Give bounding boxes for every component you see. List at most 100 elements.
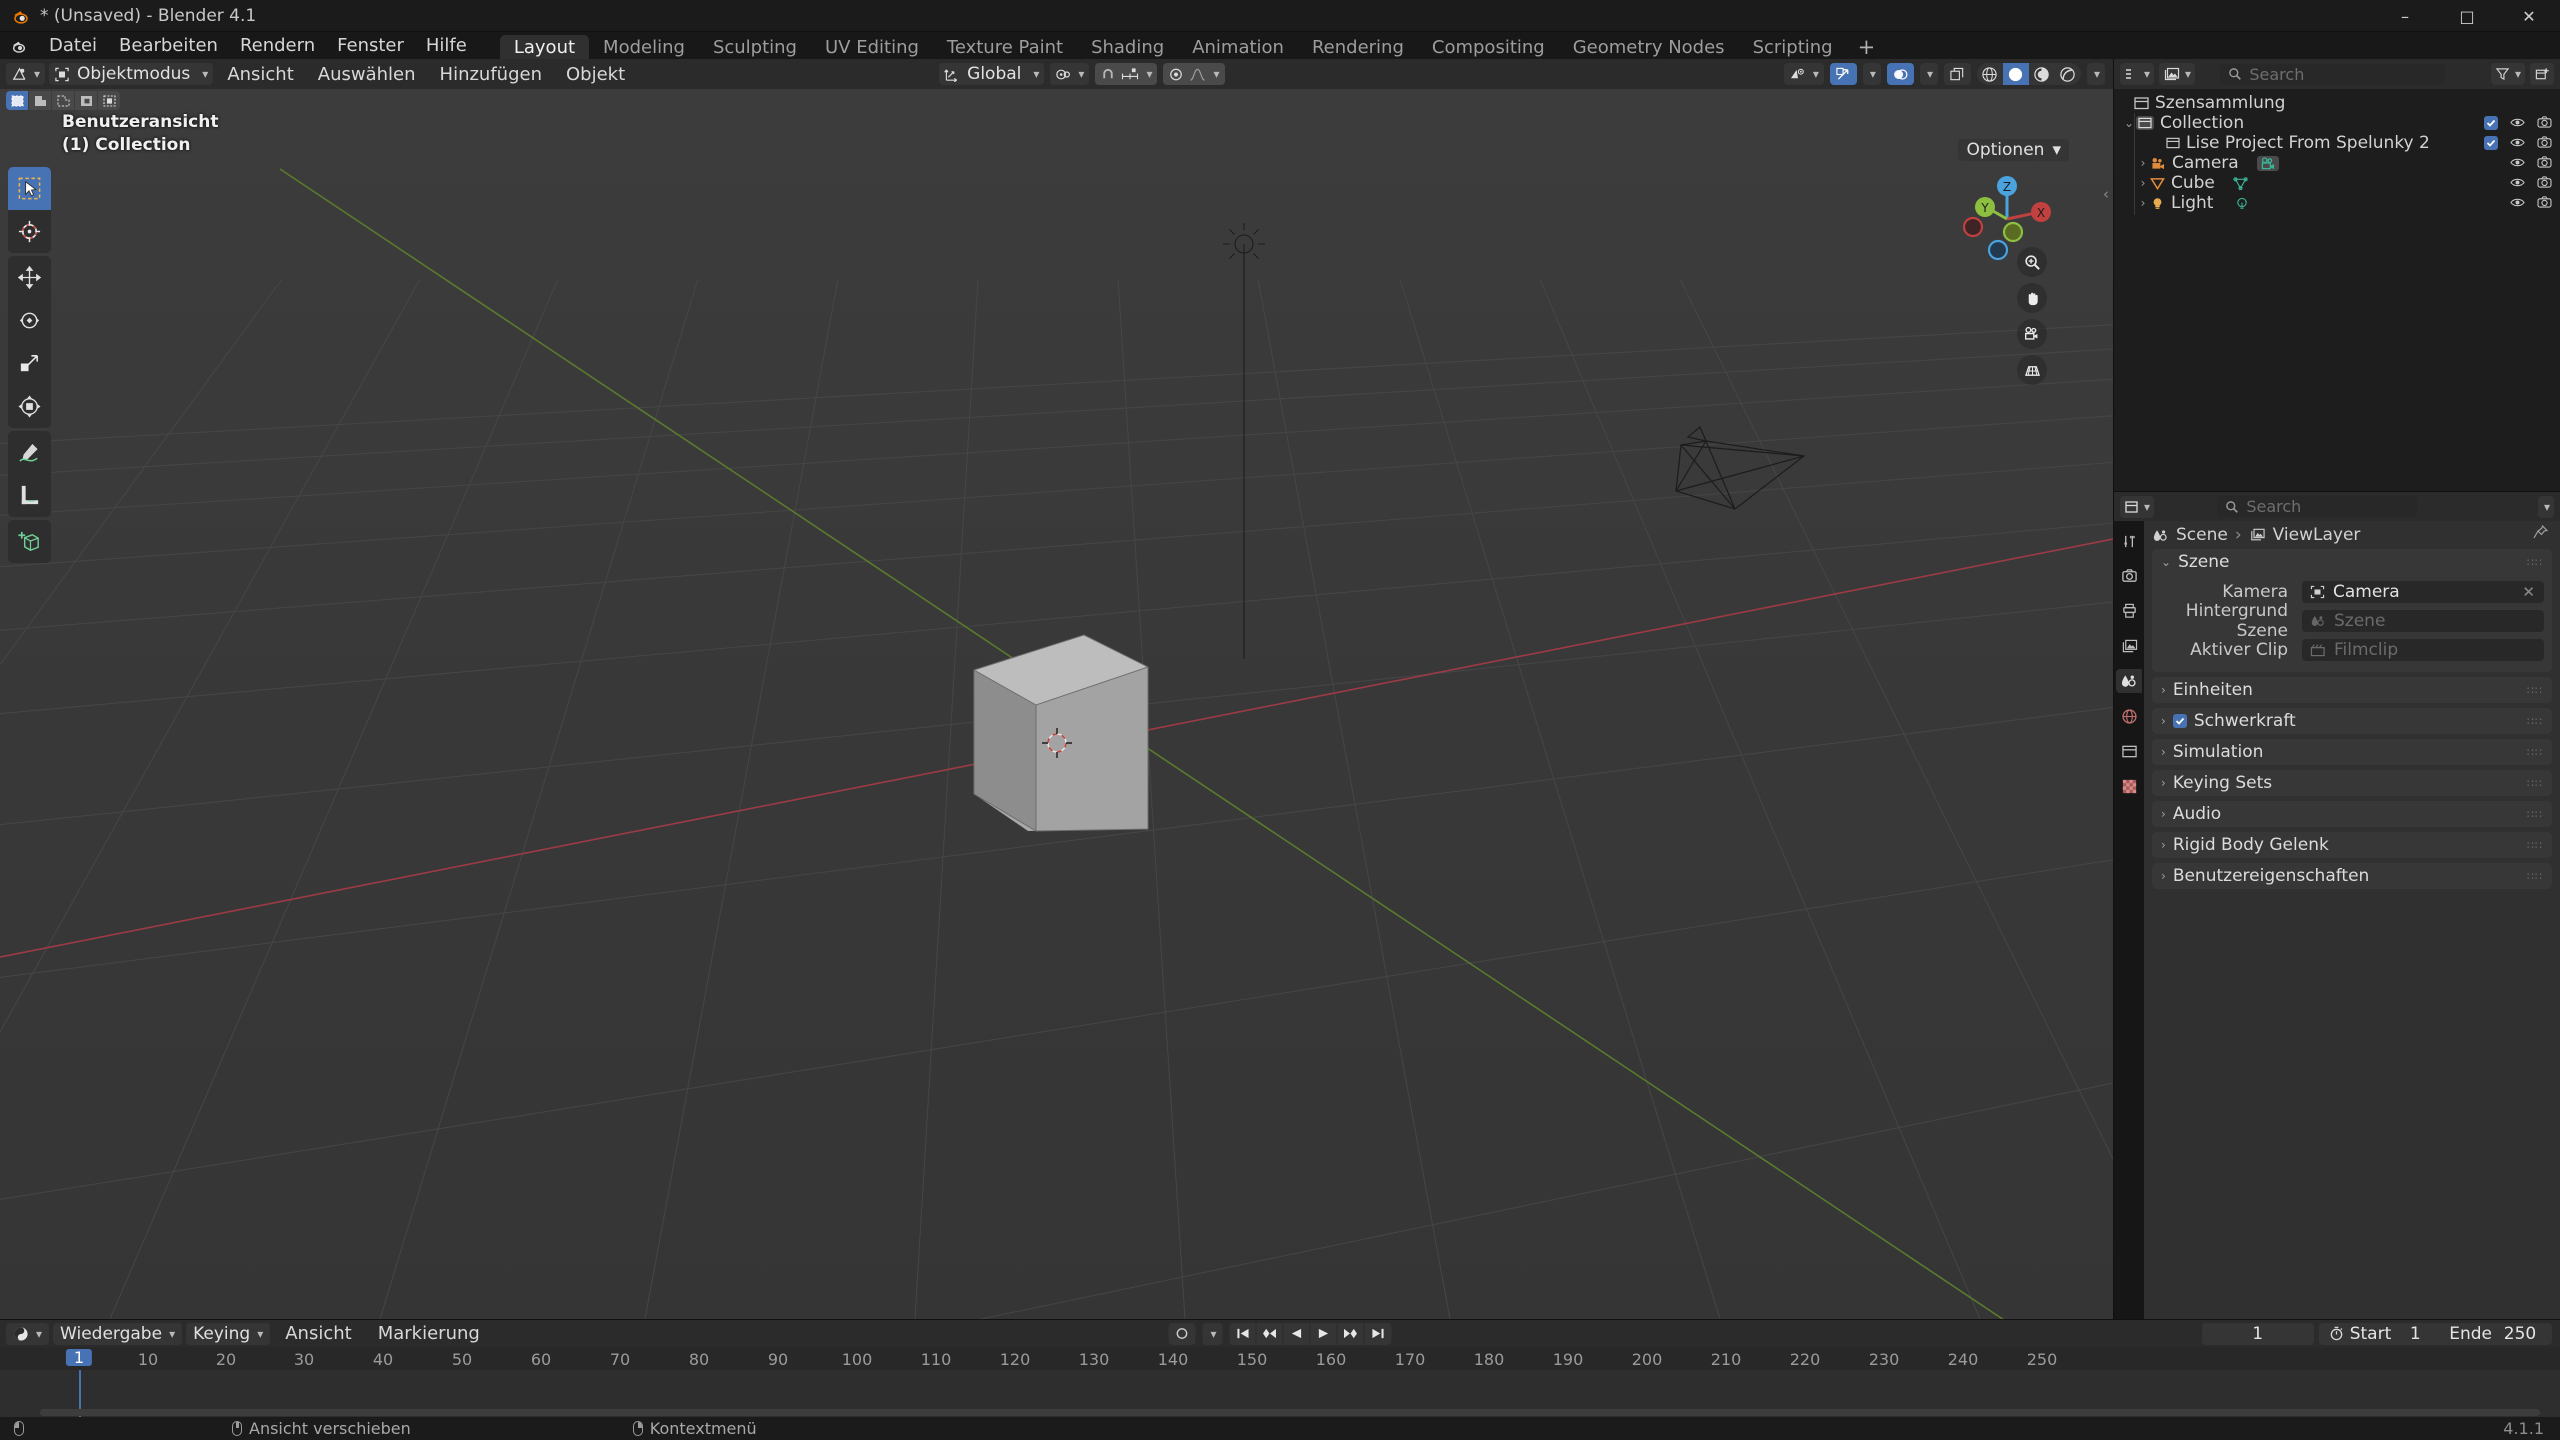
object-mode-selector[interactable]: Objektmodus ▾ (49, 63, 214, 85)
disclosure-triangle[interactable]: ⌄ (2122, 116, 2136, 130)
properties-options-button[interactable]: ▾ (2537, 495, 2554, 518)
close-button[interactable]: ✕ (2498, 0, 2560, 32)
aktiver-clip-field[interactable]: Filmclip (2302, 638, 2544, 661)
disclosure-triangle[interactable]: › (2161, 869, 2166, 883)
panel-grip[interactable]: ∷∷ (2527, 684, 2543, 697)
tab-texture-paint[interactable]: Texture Paint (933, 35, 1077, 59)
disclosure-triangle[interactable]: › (2161, 714, 2166, 728)
scene-panel-header[interactable]: ⌄ Szene ∷∷ (2152, 549, 2552, 575)
camera-data-icon[interactable] (2256, 155, 2279, 171)
panel-grip[interactable]: ∷∷ (2527, 556, 2543, 569)
timeline-menu-markierung[interactable]: Markierung (367, 1323, 491, 1344)
overlays-dropdown[interactable]: ▾ (1919, 63, 1938, 85)
panel-grip[interactable]: ∷∷ (2527, 746, 2543, 759)
properties-search-input[interactable]: Search (2217, 496, 2418, 517)
viewport-menu-hinzufuegen[interactable]: Hinzufügen (430, 63, 552, 85)
render-tab[interactable] (2116, 564, 2142, 588)
next-keyframe-icon[interactable] (1338, 1322, 1365, 1345)
tab-uv-editing[interactable]: UV Editing (811, 35, 933, 59)
menu-bearbeiten[interactable]: Bearbeiten (108, 32, 229, 59)
current-frame-field[interactable]: 1 (2201, 1322, 2314, 1345)
collection-exclude-checkbox[interactable] (2484, 116, 2498, 130)
disclosure-triangle[interactable]: › (2136, 156, 2150, 170)
outliner-editor[interactable]: ▾ ▾ Search ▾ Szensammlung ⌄ Collection L… (2113, 59, 2560, 491)
rotate-tool[interactable] (8, 299, 51, 342)
xray-toggle[interactable] (1943, 63, 1971, 85)
mesh-data-icon[interactable] (2233, 176, 2248, 190)
select-set-icon[interactable] (6, 91, 28, 110)
outliner-filter-button[interactable]: ▾ (2490, 63, 2525, 85)
disclosure-triangle[interactable]: › (2161, 838, 2166, 852)
outliner-row-collection[interactable]: ⌄ Collection (2114, 113, 2560, 133)
scale-tool[interactable] (8, 342, 51, 385)
select-subtract-icon[interactable] (52, 91, 74, 110)
auto-keying-dropdown[interactable]: ▾ (1202, 1322, 1223, 1345)
tab-compositing[interactable]: Compositing (1418, 35, 1559, 59)
camera-view-icon[interactable] (2017, 319, 2047, 349)
current-frame-indicator[interactable]: 1 (65, 1348, 93, 1367)
pan-hand-icon[interactable] (2017, 283, 2047, 313)
panel-grip[interactable]: ∷∷ (2527, 808, 2543, 821)
tool-tab[interactable] (2116, 529, 2142, 553)
properties-editor-type-button[interactable]: ▾ (2120, 495, 2155, 518)
scene-tab[interactable] (2116, 669, 2142, 693)
minimize-button[interactable]: – (2374, 0, 2436, 32)
transform-tool[interactable] (8, 385, 51, 428)
eye-icon[interactable] (2510, 193, 2525, 213)
viewport-menu-auswaehlen[interactable]: Auswählen (308, 63, 426, 85)
view-layer-tab[interactable] (2116, 634, 2142, 658)
shading-dropdown[interactable]: ▾ (2086, 63, 2105, 85)
render-camera-icon[interactable] (2537, 193, 2552, 213)
disclosure-triangle[interactable]: › (2161, 776, 2166, 790)
properties-editor[interactable]: ▾ Search ▾ Scene › ViewLayer ⌄ Szene ∷∷ … (2113, 491, 2560, 1319)
material-preview-shading-icon[interactable] (2029, 63, 2055, 85)
play-reverse-icon[interactable] (1284, 1322, 1311, 1345)
disclosure-triangle[interactable]: › (2136, 196, 2150, 210)
render-camera-icon[interactable] (2537, 153, 2552, 173)
move-tool[interactable] (8, 256, 51, 299)
timeline-editor-type-button[interactable]: ▾ (6, 1322, 50, 1345)
timeline-scrollbar[interactable] (40, 1409, 2540, 1416)
overlays-toggle[interactable] (1886, 63, 1914, 85)
clear-camera-button[interactable]: ✕ (2522, 583, 2535, 601)
disclosure-triangle[interactable]: › (2161, 807, 2166, 821)
add-cube-tool[interactable] (8, 520, 51, 563)
visibility-selector[interactable]: ▾ (1783, 63, 1824, 85)
gizmo-toggle[interactable] (1829, 63, 1857, 85)
tab-geometry-nodes[interactable]: Geometry Nodes (1559, 35, 1739, 59)
menu-fenster[interactable]: Fenster (326, 32, 415, 59)
disclosure-triangle[interactable]: › (2136, 176, 2150, 190)
panel-grip[interactable]: ∷∷ (2527, 870, 2543, 883)
outliner-row-camera[interactable]: › Camera (2114, 153, 2560, 173)
disclosure-triangle[interactable]: › (2161, 683, 2166, 697)
jump-end-icon[interactable] (1365, 1323, 1392, 1345)
menu-rendern[interactable]: Rendern (229, 32, 326, 59)
timeline-ruler[interactable]: 1 10 20 30 40 50 60 70 80 90 100 110 120… (0, 1347, 2560, 1370)
texture-tab[interactable] (2116, 774, 2142, 798)
pivot-point-selector[interactable]: ▾ (1050, 63, 1090, 85)
tab-sculpting[interactable]: Sculpting (699, 35, 811, 59)
new-collection-button[interactable] (2529, 63, 2554, 85)
tab-rendering[interactable]: Rendering (1298, 35, 1418, 59)
play-icon[interactable] (1311, 1322, 1338, 1345)
collection-tab[interactable] (2116, 739, 2142, 763)
pin-icon[interactable] (2533, 524, 2549, 545)
timeline-menu-ansicht[interactable]: Ansicht (274, 1323, 362, 1344)
end-value[interactable]: 250 (2498, 1324, 2542, 1344)
panel-grip[interactable]: ∷∷ (2527, 839, 2543, 852)
tweak-select-tool[interactable] (8, 167, 51, 210)
panel-grip[interactable]: ∷∷ (2527, 777, 2543, 790)
disclosure-triangle[interactable]: › (2161, 745, 2166, 759)
measure-tool[interactable] (8, 474, 51, 517)
gizmo-dropdown[interactable]: ▾ (1862, 63, 1881, 85)
auto-keying-toggle[interactable] (1168, 1322, 1196, 1345)
eye-icon[interactable] (2510, 133, 2525, 153)
add-workspace-button[interactable]: + (1847, 35, 1887, 59)
frame-range-field[interactable]: Start 1 Ende 250 (2318, 1322, 2552, 1345)
viewport-options-button[interactable]: Optionen ▾ (1958, 139, 2069, 161)
outliner-search-input[interactable]: Search (2220, 63, 2446, 85)
cursor-tool[interactable] (8, 210, 51, 253)
viewport-menu-objekt[interactable]: Objekt (556, 63, 635, 85)
tab-shading[interactable]: Shading (1077, 35, 1178, 59)
breadcrumb-scene-label[interactable]: Scene (2176, 525, 2228, 545)
